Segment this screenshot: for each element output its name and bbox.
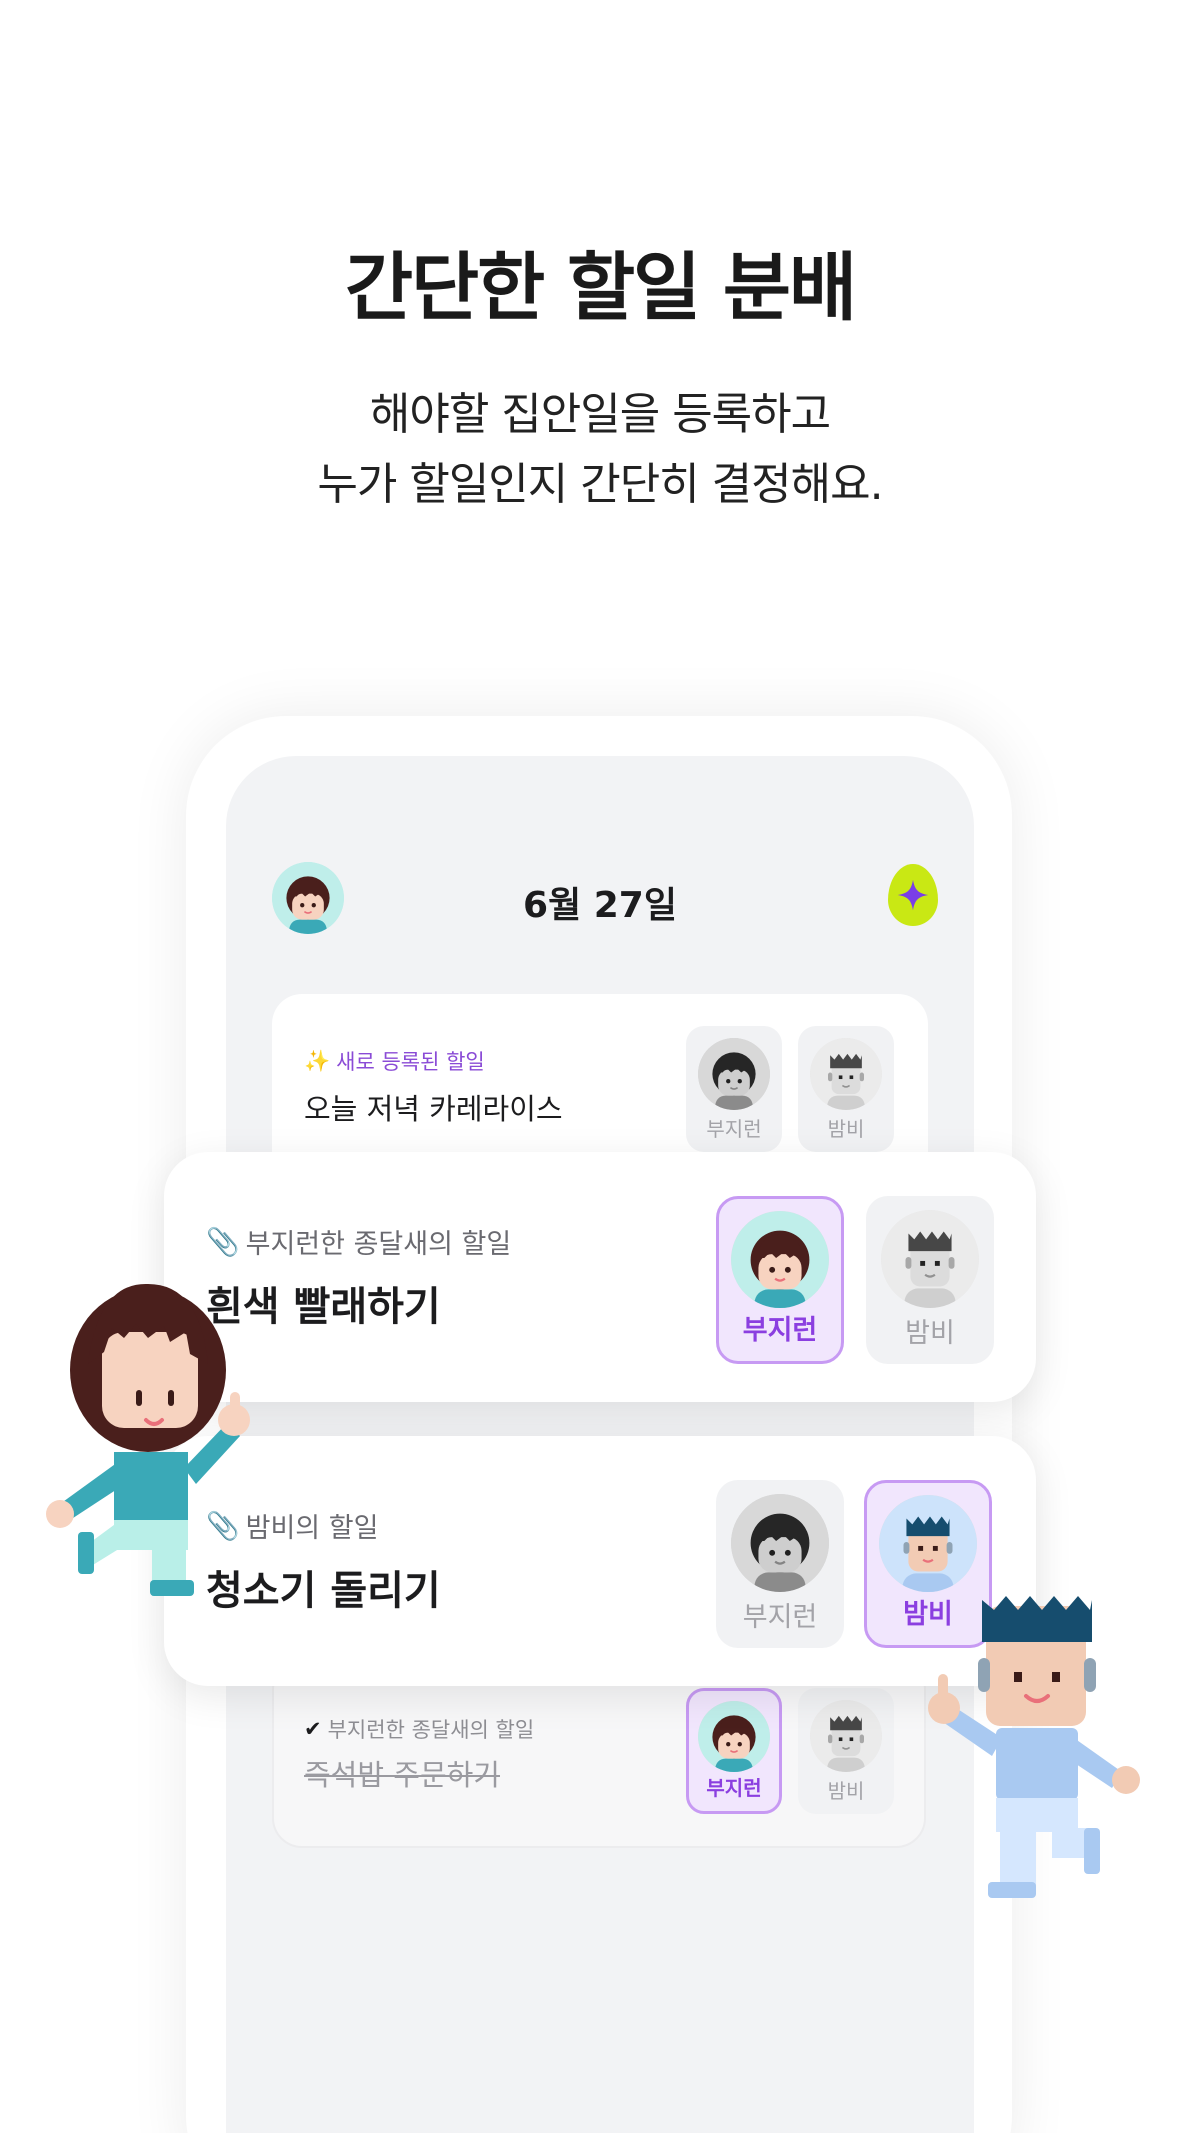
boy-avatar-icon — [810, 1700, 882, 1772]
girl-avatar-icon — [731, 1211, 829, 1308]
assignee-name: 밤비 — [827, 1117, 865, 1141]
assignee-chip-bambi[interactable]: 밤비 — [798, 1688, 894, 1814]
app-date-label: 6월 27일 — [523, 885, 677, 926]
assignee-name: 부지런 — [706, 1776, 762, 1800]
task-title: 오늘 저녁 카레라이스 — [304, 1092, 563, 1126]
assignee-chip-bambi[interactable]: 밤비 — [798, 1026, 894, 1152]
page-subtitle-line-2: 누가 할일인지 간단히 결정해요. — [317, 459, 883, 510]
girl-avatar-icon — [698, 1701, 770, 1772]
assignee-chip-budiron[interactable]: 부지런 — [686, 1026, 782, 1152]
assignee-name: 밤비 — [827, 1779, 865, 1803]
boy-avatar-icon — [810, 1038, 882, 1110]
girl-avatar-icon — [698, 1038, 770, 1110]
assignee-chip-budiron[interactable]: 부지런 — [686, 1688, 782, 1814]
task-tag-label: 부지런한 종달새의 할일 — [327, 1718, 535, 1742]
boy-avatar-icon — [879, 1495, 977, 1592]
task-card-laundry[interactable]: 📎 부지런한 종달새의 할일 흰색 빨래하기 부지런 밤비 — [164, 1152, 1036, 1402]
assignee-name: 부지런 — [742, 1315, 818, 1346]
task-tag: ✔ 부지런한 종달새의 할일 — [304, 1714, 534, 1744]
task-card-done[interactable]: ✔ 부지런한 종달새의 할일 즉석밥 주문하기 부지런 밤비 — [272, 1660, 926, 1848]
assignee-chip-bambi[interactable]: 밤비 — [866, 1196, 994, 1364]
check-icon: ✔ — [304, 1717, 322, 1741]
sparkle-icon — [897, 879, 929, 911]
assignee-chip-budiron[interactable]: 부지런 — [716, 1196, 844, 1364]
assignee-name: 밤비 — [905, 1318, 955, 1349]
task-tag: ✨ 새로 등록된 할일 — [304, 1046, 485, 1076]
sparkle-egg-icon[interactable] — [888, 864, 938, 926]
girl-character-illustration — [46, 1283, 250, 1596]
task-tag-label: 새로 등록된 할일 — [336, 1050, 485, 1074]
task-tag: 📎 부지런한 종달새의 할일 — [206, 1222, 511, 1261]
page-title: 간단한 할일 분배 — [344, 245, 857, 331]
task-card-vacuum[interactable]: 📎 밤비의 할일 청소기 돌리기 부지런 밤비 — [164, 1436, 1036, 1686]
sparkle-icon: ✨ — [304, 1048, 331, 1073]
assignee-name: 부지런 — [742, 1602, 818, 1633]
task-tag-label: 부지런한 종달새의 할일 — [245, 1229, 512, 1260]
assignee-name: 부지런 — [706, 1117, 762, 1141]
paperclip-icon: 📎 — [206, 1226, 240, 1258]
task-tag-label: 밤비의 할일 — [245, 1513, 379, 1544]
girl-avatar-icon — [731, 1494, 829, 1592]
page-subtitle-line-1: 해야할 집안일을 등록하고 — [369, 389, 831, 440]
task-title: 즉석밥 주문하기 — [304, 1758, 500, 1792]
boy-character-illustration — [928, 1596, 1140, 1898]
assignee-chip-budiron[interactable]: 부지런 — [716, 1480, 844, 1648]
boy-avatar-icon — [881, 1210, 979, 1308]
